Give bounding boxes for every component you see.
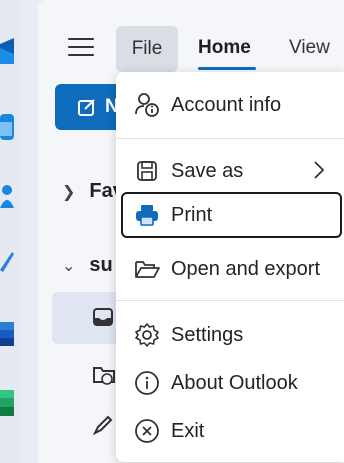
- tab-view[interactable]: View: [289, 24, 330, 72]
- people-app-icon[interactable]: [0, 182, 14, 210]
- tab-home[interactable]: Home: [198, 24, 251, 72]
- menu-item-open-and-export[interactable]: Open and export: [116, 246, 344, 292]
- menu-item-label: Exit: [171, 419, 205, 442]
- account-label: su: [89, 254, 113, 276]
- menu-item-label: Open and export: [171, 257, 320, 280]
- menu-item-label: Settings: [171, 323, 244, 346]
- draft-icon: [92, 415, 113, 436]
- chevron-right-icon: [314, 161, 325, 179]
- favorites-section[interactable]: ❯ Fav: [62, 180, 124, 203]
- folder-clock-icon: [93, 367, 115, 385]
- gear-icon: [134, 322, 160, 348]
- menu-item-about-outlook[interactable]: About Outlook: [116, 360, 344, 406]
- close-circle-icon: [134, 418, 160, 444]
- account-section[interactable]: ⌄ su: [62, 254, 113, 277]
- active-tab-indicator: [198, 67, 256, 70]
- print-icon: [134, 202, 160, 228]
- menu-item-account-info[interactable]: Account info: [116, 82, 344, 128]
- menu-divider: [116, 300, 344, 301]
- folder-open-icon: [134, 256, 160, 282]
- menu-item-label: Save as: [171, 159, 244, 182]
- word-app-icon[interactable]: [0, 320, 14, 348]
- menu-divider: [116, 138, 344, 139]
- menu-item-exit[interactable]: Exit: [116, 408, 344, 454]
- ribbon-tab-bar: File Home View: [38, 24, 344, 74]
- menu-item-save-as[interactable]: Save as: [116, 148, 344, 194]
- chevron-down-icon: ⌄: [62, 257, 76, 275]
- calendar-app-icon[interactable]: [0, 114, 14, 140]
- tab-file[interactable]: File: [116, 26, 178, 72]
- excel-app-icon[interactable]: [0, 390, 14, 416]
- save-icon: [134, 158, 160, 184]
- inbox-icon: [93, 308, 113, 326]
- info-icon: [134, 370, 160, 396]
- hamburger-menu-icon[interactable]: [68, 38, 94, 60]
- menu-item-label: Print: [171, 203, 213, 226]
- menu-item-print[interactable]: Print: [121, 192, 342, 238]
- chevron-right-icon: ❯: [62, 183, 76, 201]
- todo-app-icon[interactable]: [0, 250, 14, 274]
- mail-app-icon[interactable]: [0, 38, 14, 66]
- app-rail: [0, 0, 20, 463]
- menu-item-settings[interactable]: Settings: [116, 312, 344, 358]
- account-info-icon: [134, 92, 160, 118]
- menu-item-label: About Outlook: [171, 371, 298, 394]
- file-menu: Account info Save as Print Open and expo…: [116, 72, 344, 462]
- compose-icon: [78, 99, 95, 116]
- menu-item-label: Account info: [171, 93, 282, 116]
